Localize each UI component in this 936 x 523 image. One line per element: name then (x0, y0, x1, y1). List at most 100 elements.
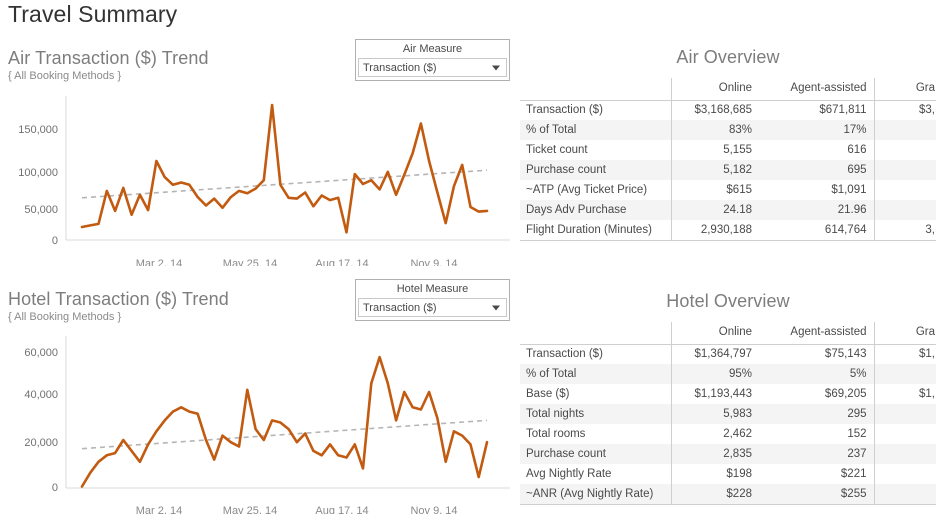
air-ytick-0: 0 (52, 235, 58, 247)
hotel-measure-control[interactable]: Hotel Measure Transaction ($) (355, 279, 510, 321)
hotel-ytick-20000: 20,000 (24, 437, 58, 449)
air-overview-title: Air Overview (676, 47, 780, 67)
chevron-down-icon[interactable] (492, 305, 500, 310)
hotel-row-label: Base ($) (526, 388, 570, 400)
table-row: Avg Nightly Rate $198 $221 (520, 464, 936, 484)
air-measure-label: Air Measure (402, 43, 463, 55)
air-trend-title: Air Transaction ($) Trend (8, 48, 209, 68)
air-row-label: Purchase count (520, 160, 671, 180)
hotel-cell-grand (873, 424, 936, 444)
table-row: % of Total 95% 5% (520, 364, 936, 384)
hotel-ytick-60000: 60,000 (24, 347, 58, 359)
hotel-dataline (80, 355, 489, 488)
hotel-col-grand: Gra (873, 322, 936, 345)
air-ytick-50000: 50,000 (24, 204, 58, 216)
air-trend-chart: 150,000 100,000 50,000 0 Mar 2, 14 May 2… (0, 96, 520, 266)
air-overview-table: Online Agent-assisted Gra Transaction ($… (520, 78, 936, 241)
hotel-cell-grand (873, 444, 936, 464)
table-row: Base ($) $1,193,443 $69,205 $1, (520, 384, 936, 404)
air-cell-grand: $3, (873, 100, 936, 120)
hotel-cell-agent: $255 (759, 484, 874, 505)
air-cell-online: $3,168,685 (670, 100, 759, 120)
air-cell-grand (873, 200, 936, 220)
table-row: Days Adv Purchase 24.18 21.96 (520, 200, 936, 220)
hotel-row-label: Purchase count (520, 444, 671, 464)
table-row: Ticket count 5,155 616 (520, 140, 936, 160)
hotel-cell-agent: 5% (759, 364, 874, 384)
hotel-cell-agent: 295 (759, 404, 874, 424)
hotel-cell-agent: $69,205 (824, 388, 867, 400)
air-dataline (80, 103, 489, 234)
air-row-label: Days Adv Purchase (520, 200, 671, 220)
air-cell-online: 24.18 (670, 200, 759, 220)
table-row: Total nights 5,983 295 (520, 404, 936, 424)
hotel-trend-subtitle: { All Booking Methods } (8, 311, 122, 323)
table-row: Purchase count 5,182 695 (520, 160, 936, 180)
hotel-overview: Hotel Overview Online Agent-assisted Gra… (520, 291, 936, 505)
air-col-grand: Gra (873, 78, 936, 101)
air-cell-online: 5,182 (670, 160, 759, 180)
hotel-cell-online: $198 (670, 464, 759, 484)
dashboard-root: Travel Summary Air Transaction ($) Trend… (0, 0, 936, 523)
air-cell-grand (873, 160, 936, 180)
hotel-cell-agent: 152 (847, 428, 867, 440)
hotel-cell-grand: $1, (873, 384, 936, 404)
air-trend-svg: 150,000 100,000 50,000 0 Mar 2, 14 May 2… (18, 96, 510, 266)
hotel-row-label: % of Total (520, 364, 671, 384)
air-xtick-2: Aug 17, 14 (315, 258, 368, 266)
hotel-table-body: Transaction ($) $1,364,797 $75,143 $1,% of … (520, 344, 936, 505)
hotel-col-0 (520, 322, 671, 345)
air-trend-subtitle: { All Booking Methods } (8, 70, 122, 82)
air-measure-control[interactable]: Air Measure Transaction ($) (355, 39, 510, 81)
hotel-row-label: Avg Nightly Rate (526, 468, 612, 480)
table-row: ~ANR (Avg Nightly Rate) $228 $255 (520, 484, 936, 505)
table-row: Total rooms 2,462 152 (520, 424, 936, 444)
air-overview: Air Overview Online Agent-assisted Gra T… (520, 47, 936, 241)
air-xtick-0: Mar 2, 14 (136, 258, 182, 266)
air-measure-select[interactable]: Transaction ($) (358, 58, 507, 77)
hotel-col-online: Online (670, 322, 759, 345)
air-row-label: Ticket count (526, 144, 588, 156)
air-xtick-3: Nov 9, 14 (410, 258, 457, 266)
air-ytick-150000: 150,000 (18, 124, 58, 136)
air-cell-agent: $1,091 (831, 184, 867, 196)
page-title: Travel Summary (8, 1, 178, 27)
air-cell-online: $615 (670, 180, 759, 200)
chevron-down-icon[interactable] (492, 65, 500, 70)
hotel-row-label: Total nights (520, 404, 671, 424)
air-cell-grand (873, 120, 936, 140)
air-table-head: Online Agent-assisted Gra (520, 78, 936, 101)
hotel-xtick-3: Nov 9, 14 (410, 505, 457, 514)
air-cell-grand (873, 180, 936, 200)
air-cell-online: 2,930,188 (670, 220, 759, 241)
air-cell-agent: 616 (847, 144, 867, 156)
air-xtick-1: May 25, 14 (223, 258, 277, 266)
hotel-measure-label: Hotel Measure (396, 283, 469, 295)
hotel-ytick-0: 0 (52, 482, 58, 494)
air-col-0 (520, 78, 671, 101)
air-trend-header: Air Transaction ($) Trend { All Booking … (8, 48, 209, 82)
hotel-row-label: ~ANR (Avg Nightly Rate) (520, 484, 671, 505)
hotel-xtick-0: Mar 2, 14 (136, 505, 182, 514)
hotel-xtick-1: May 25, 14 (223, 505, 277, 514)
hotel-overview-table: Online Agent-assisted Gra Transaction ($… (520, 322, 936, 505)
hotel-cell-agent: 237 (759, 444, 874, 464)
air-cell-agent: $671,811 (819, 104, 867, 117)
hotel-cell-grand (873, 364, 936, 384)
hotel-cell-online: 2,835 (670, 444, 759, 464)
air-cell-agent: 17% (759, 120, 874, 140)
air-cell-online: 83% (670, 120, 759, 140)
hotel-table-head: Online Agent-assisted Gra (520, 322, 936, 345)
hotel-trend-title: Hotel Transaction ($) Trend (8, 289, 229, 309)
hotel-cell-agent: $75,143 (824, 348, 867, 361)
hotel-cell-online: $1,193,443 (670, 384, 759, 404)
air-col-online: Online (670, 78, 759, 101)
air-measure-value: Transaction ($) (363, 61, 437, 74)
air-cell-agent: 614,764 (759, 220, 874, 241)
hotel-cell-online: $228 (670, 484, 759, 505)
air-ytick-100000: 100,000 (18, 167, 58, 179)
hotel-cell-online: 95% (670, 364, 759, 384)
air-cell-agent: 21.96 (759, 200, 874, 220)
hotel-measure-select[interactable]: Transaction ($) (358, 298, 507, 317)
air-cell-grand: 3, (873, 220, 936, 241)
